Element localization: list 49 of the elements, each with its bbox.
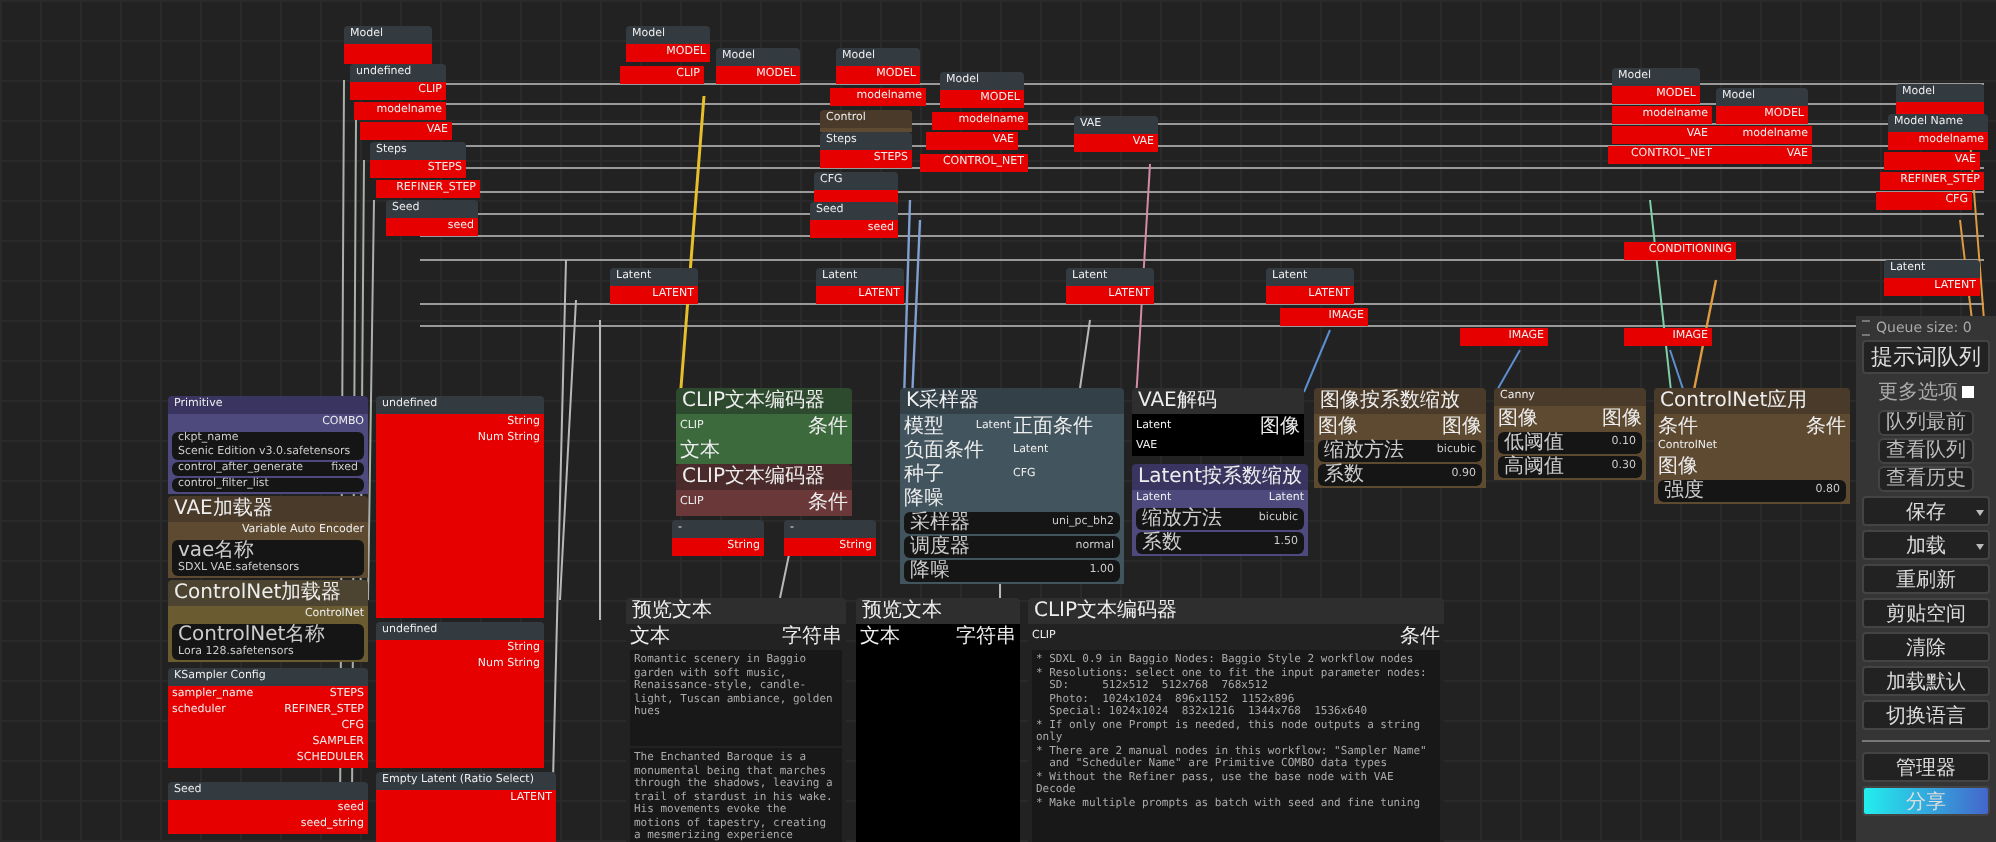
node-title-bar[interactable]: K采样器 (900, 388, 1124, 414)
menu-button[interactable]: 重刷新 (1862, 564, 1990, 594)
queue-small-button[interactable]: 查看历史 (1878, 466, 1974, 492)
menu-button[interactable]: 切换语言 (1862, 700, 1990, 730)
menu-button[interactable]: 管理器 (1862, 752, 1990, 782)
graph-node[interactable] (626, 598, 846, 842)
port-label[interactable]: 条件 (808, 416, 848, 438)
port-label[interactable]: 文本 (630, 626, 670, 648)
node-title-bar[interactable]: ControlNet应用 (1654, 388, 1850, 414)
node-title-bar[interactable]: 预览文本 (626, 598, 846, 624)
node-title-bar[interactable]: 预览文本 (856, 598, 1020, 624)
port-label[interactable]: 图像 (1602, 408, 1642, 430)
port-label[interactable]: 文本 (860, 626, 900, 648)
menu-button[interactable]: 保存 (1862, 496, 1990, 526)
queue-small-button[interactable]: 队列最前 (1878, 410, 1974, 436)
port-label[interactable]: 种子 (904, 464, 944, 486)
port-label[interactable]: 模型 (904, 416, 944, 438)
node-title-bar[interactable]: CLIP文本编码器 (676, 388, 852, 414)
port-label[interactable]: 条件 (808, 492, 848, 514)
node-title-bar[interactable]: CLIP文本编码器 (1028, 598, 1444, 624)
caret-icon (1976, 544, 1984, 550)
port-label[interactable]: 正面条件 (1013, 416, 1093, 438)
port-label[interactable]: 图像 (1318, 416, 1358, 438)
extra-options-toggle[interactable]: 更多选项 (1862, 378, 1990, 406)
queue-small-button[interactable]: 查看队列 (1878, 438, 1974, 464)
port-label[interactable]: 条件 (1806, 416, 1846, 438)
port-label[interactable]: 图像 (1260, 416, 1300, 438)
node-title-bar[interactable]: 图像按系数缩放 (1314, 388, 1486, 414)
node-title-bar[interactable]: Latent按系数缩放 (1132, 464, 1308, 490)
port-label[interactable]: 条件 (1400, 626, 1440, 648)
menu-button[interactable]: 加载 (1862, 530, 1990, 560)
port-label[interactable]: 图像 (1658, 456, 1698, 478)
menu-button[interactable]: 清除 (1862, 632, 1990, 662)
node-title-bar[interactable]: VAE加载器 (168, 496, 368, 522)
caret-icon (1976, 510, 1984, 516)
menu-button[interactable]: 剪贴空间 (1862, 598, 1990, 628)
port-label[interactable]: 图像 (1442, 416, 1482, 438)
port-label[interactable]: 图像 (1498, 408, 1538, 430)
port-label[interactable]: 文本 (680, 440, 720, 462)
menu-button[interactable]: 加载默认 (1862, 666, 1990, 696)
port-label[interactable]: 字符串 (782, 626, 842, 648)
queue-prompt-button[interactable]: 提示词队列 (1862, 340, 1990, 374)
port-label[interactable]: 字符串 (956, 626, 1016, 648)
node-title-bar[interactable]: VAE解码 (1132, 388, 1304, 414)
node-title-bar[interactable]: CLIP文本编码器 (676, 464, 852, 490)
port-label[interactable]: 降噪 (904, 488, 944, 510)
node-title-bar[interactable]: ControlNet加载器 (168, 580, 368, 606)
port-label[interactable]: 条件 (1658, 416, 1698, 438)
port-label[interactable]: 负面条件 (904, 440, 984, 462)
